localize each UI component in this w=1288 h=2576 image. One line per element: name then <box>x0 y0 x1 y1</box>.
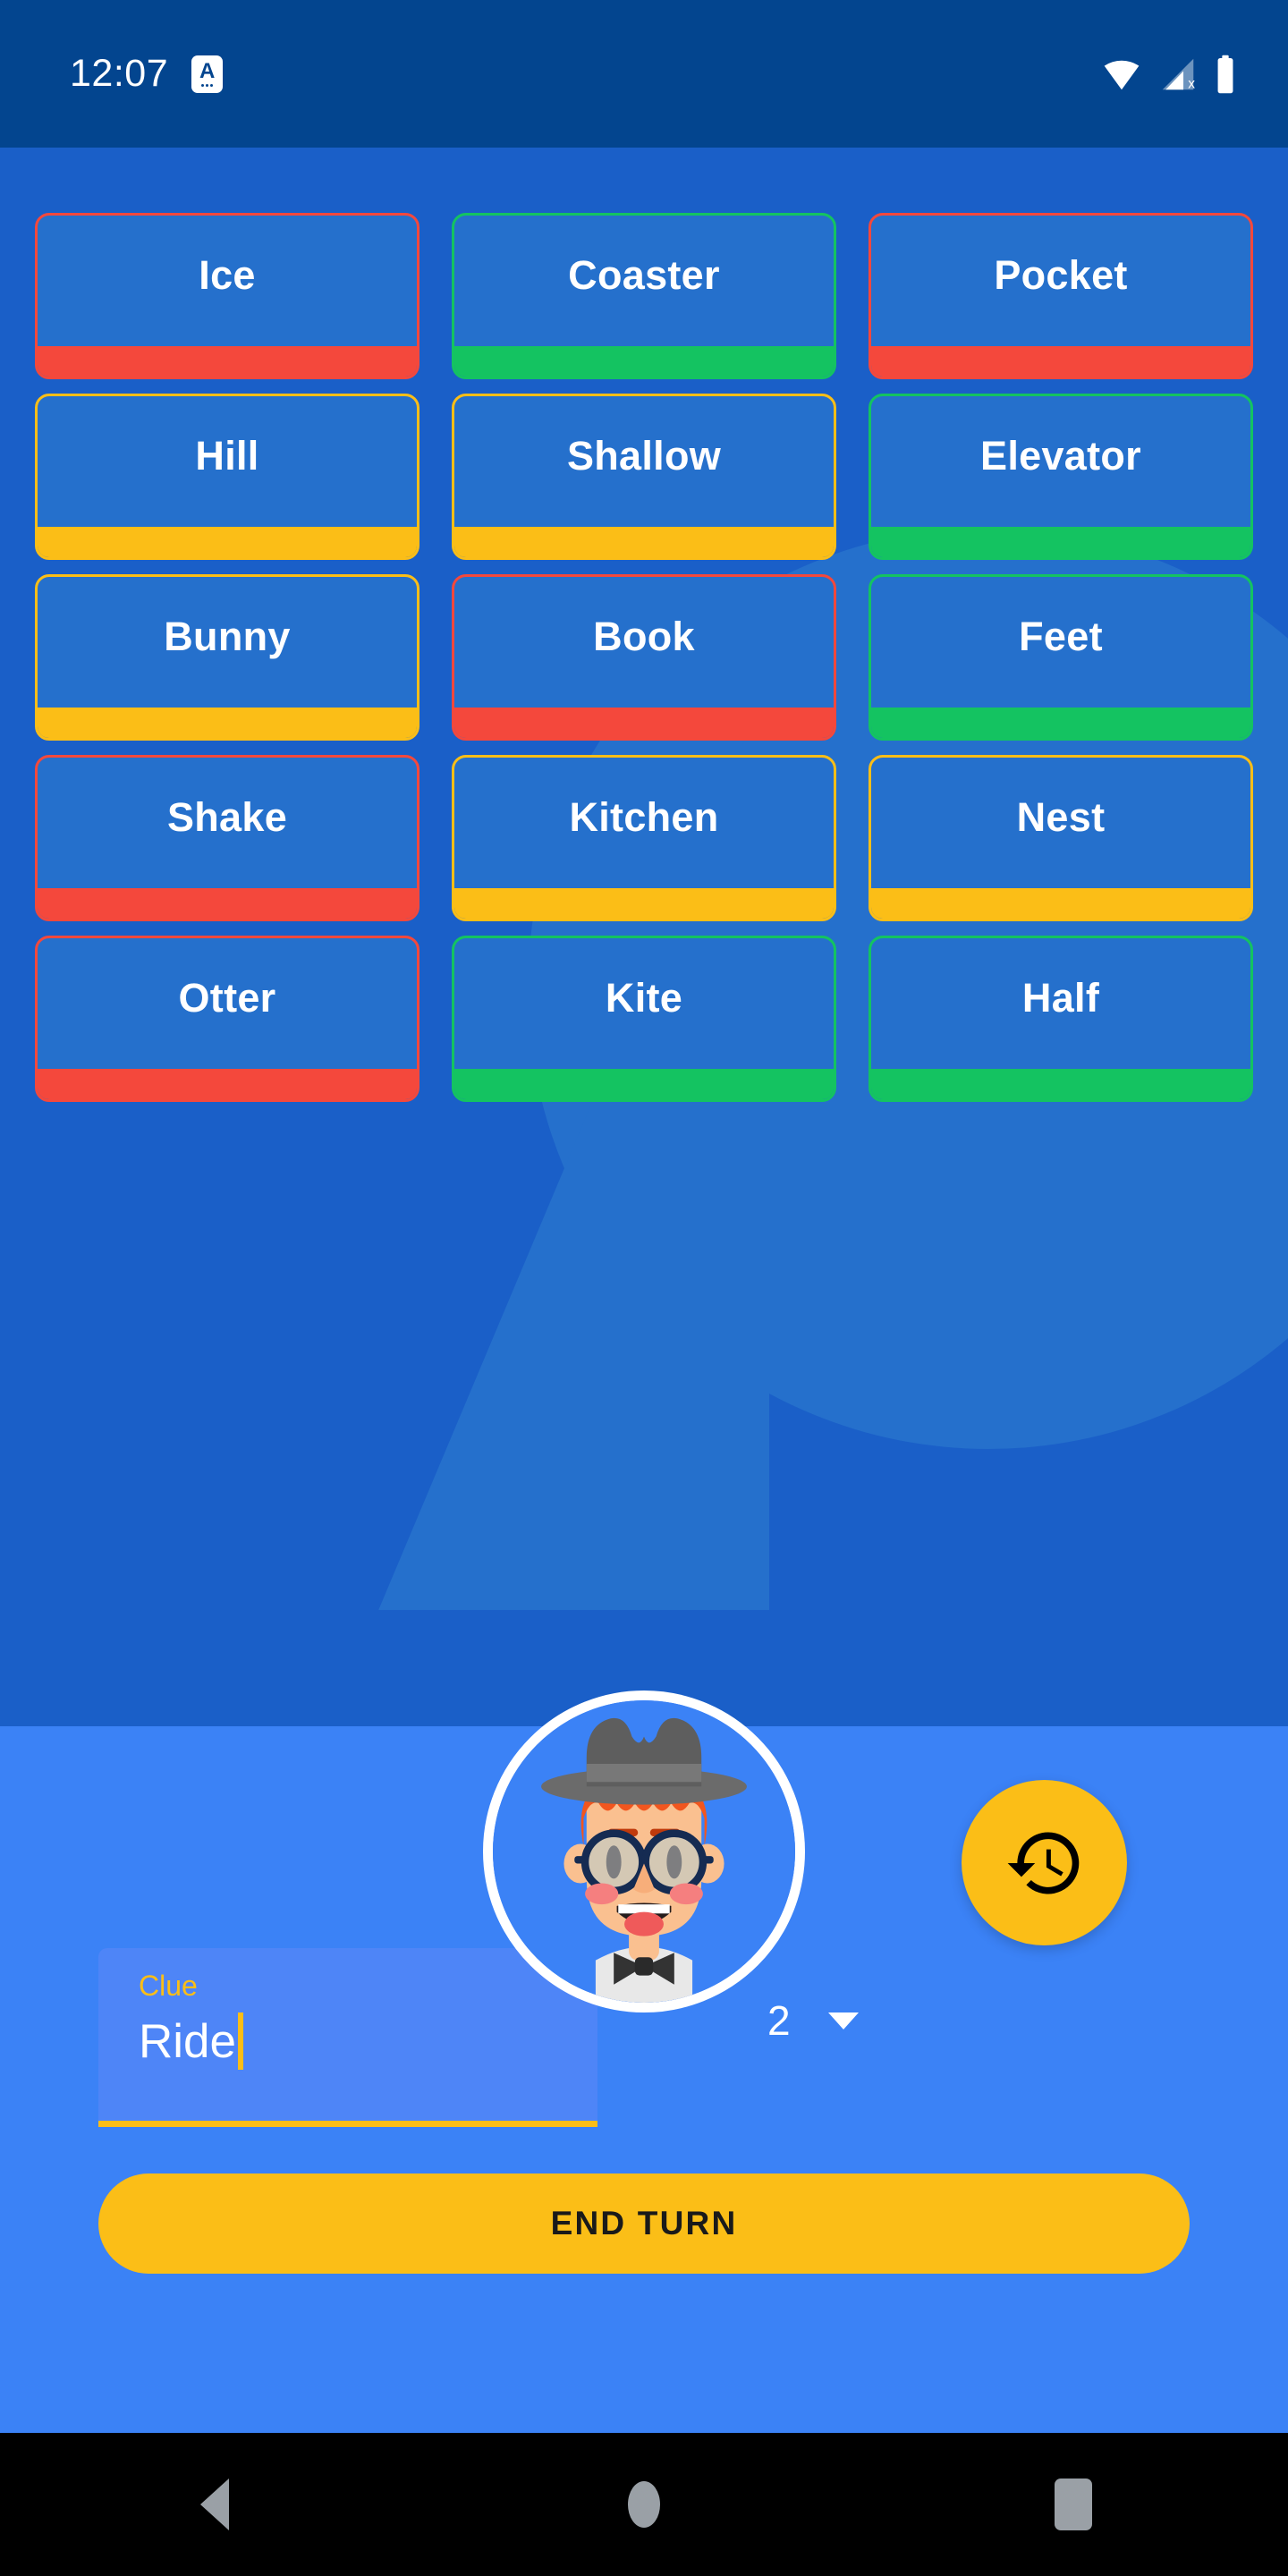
word-card-label: Book <box>593 614 695 659</box>
word-card-team-bar <box>454 1069 834 1099</box>
back-icon <box>200 2479 229 2530</box>
status-bar-left: 12:07 A <box>70 0 224 148</box>
android-navigation-bar <box>0 2433 1288 2576</box>
history-button[interactable] <box>962 1780 1127 1945</box>
nav-home-button[interactable] <box>555 2433 733 2576</box>
word-card-label: Half <box>1021 975 1100 1021</box>
word-card-team-bar <box>38 1069 417 1099</box>
word-card-team-bar <box>871 527 1250 557</box>
word-card[interactable]: Pocket <box>869 213 1253 379</box>
word-card-label: Feet <box>1019 614 1103 659</box>
word-card-team-bar <box>871 888 1250 919</box>
word-card[interactable]: Book <box>452 574 836 741</box>
word-card-team-bar <box>454 527 834 557</box>
player-avatar[interactable] <box>483 1690 805 2012</box>
clue-count-dropdown[interactable]: 2 <box>767 2000 859 2041</box>
word-card-label: Nest <box>1016 794 1106 840</box>
word-card-label: Shake <box>166 794 288 840</box>
end-turn-button[interactable]: END TURN <box>98 2174 1190 2274</box>
word-card[interactable]: Shallow <box>452 394 836 560</box>
clue-input-value: Ride <box>139 2014 237 2068</box>
word-card-label: Kite <box>605 975 683 1021</box>
word-card[interactable]: Coaster <box>452 213 836 379</box>
word-card-team-bar <box>38 708 417 738</box>
word-card-label: Otter <box>178 975 276 1021</box>
word-card-label: Elevator <box>980 433 1141 479</box>
clue-count-value: 2 <box>767 1997 791 2044</box>
word-card[interactable]: Kite <box>452 936 836 1102</box>
clue-input-label: Clue <box>139 1970 198 2002</box>
svg-text:x: x <box>1188 76 1195 90</box>
clue-input-value-wrap: Ride <box>139 2012 597 2070</box>
language-indicator-letter: A <box>199 59 216 83</box>
text-caret <box>238 2012 244 2070</box>
nav-recents-button[interactable] <box>984 2433 1163 2576</box>
word-card-label: Hill <box>195 433 259 479</box>
word-card-label: Bunny <box>164 614 291 659</box>
status-bar: 12:07 A x <box>0 0 1288 148</box>
word-card-team-bar <box>871 346 1250 377</box>
language-indicator-icon: A <box>191 55 224 93</box>
wifi-icon <box>1104 60 1140 89</box>
word-card[interactable]: Nest <box>869 755 1253 921</box>
history-icon <box>1007 1832 1079 1894</box>
word-card-label: Ice <box>199 252 256 298</box>
clue-input-field[interactable]: Clue Ride <box>98 1948 597 2127</box>
word-card-team-bar <box>38 527 417 557</box>
nav-back-button[interactable] <box>125 2433 304 2576</box>
word-card-label: Coaster <box>568 252 720 298</box>
language-indicator-dots <box>201 84 214 87</box>
battery-icon <box>1217 55 1233 93</box>
word-card-label: Pocket <box>994 252 1128 298</box>
home-icon <box>628 2481 660 2528</box>
word-card-team-bar <box>38 888 417 919</box>
word-card-team-bar <box>871 708 1250 738</box>
word-card[interactable]: Bunny <box>35 574 419 741</box>
word-card[interactable]: Hill <box>35 394 419 560</box>
word-card-label: Kitchen <box>569 794 719 840</box>
word-card[interactable]: Half <box>869 936 1253 1102</box>
avatar-illustration <box>493 1700 795 2003</box>
word-card-team-bar <box>454 888 834 919</box>
word-card-team-bar <box>454 708 834 738</box>
word-card[interactable]: Ice <box>35 213 419 379</box>
status-clock: 12:07 <box>70 52 169 95</box>
word-card[interactable]: Kitchen <box>452 755 836 921</box>
cellular-signal-off-icon: x <box>1162 58 1195 91</box>
word-card-team-bar <box>871 1069 1250 1099</box>
word-card[interactable]: Elevator <box>869 394 1253 560</box>
word-card-team-bar <box>454 346 834 377</box>
word-card[interactable]: Feet <box>869 574 1253 741</box>
app-screen: 12:07 A x Ice Coaster Pocket Hill Shallo… <box>0 0 1288 2576</box>
word-card[interactable]: Shake <box>35 755 419 921</box>
recents-icon <box>1055 2479 1092 2530</box>
word-card-team-bar <box>38 346 417 377</box>
word-card[interactable]: Otter <box>35 936 419 1102</box>
chevron-down-icon <box>827 2012 859 2029</box>
word-card-label: Shallow <box>566 433 722 479</box>
word-card-grid: Ice Coaster Pocket Hill Shallow Elevator Bunny… <box>0 213 1288 1102</box>
status-bar-right: x <box>1102 0 1236 148</box>
